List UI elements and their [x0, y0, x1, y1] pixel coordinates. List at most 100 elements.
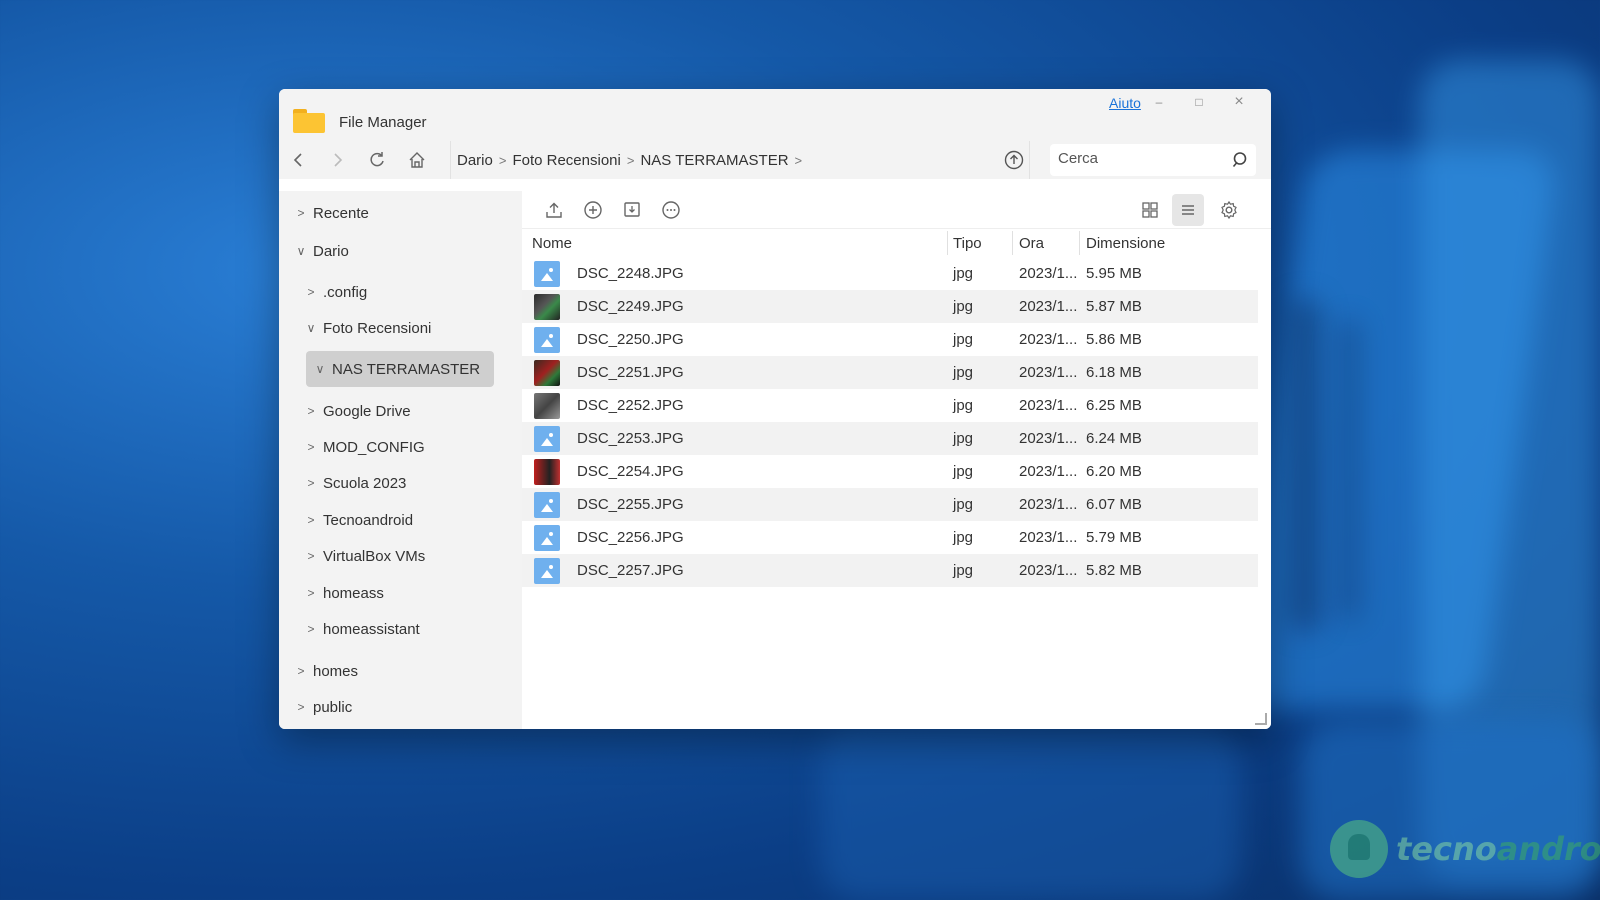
help-link[interactable]: Aiuto	[1109, 95, 1141, 111]
table-row[interactable]: DSC_2248.JPG jpg 2023/1... 5.95 MB	[522, 257, 1258, 290]
resize-handle[interactable]	[1255, 713, 1267, 725]
more-options-button[interactable]	[660, 199, 682, 221]
upload-file-button[interactable]	[543, 199, 565, 221]
sidebar-item-recente[interactable]: > Recente	[295, 198, 368, 228]
file-type: jpg	[953, 529, 974, 546]
sidebar-item-nas-terramaster[interactable]: ∨ NAS TERRAMASTER	[306, 351, 494, 387]
file-type: jpg	[953, 265, 974, 282]
list-view-button[interactable]	[1172, 194, 1204, 226]
photo-thumbnail	[534, 393, 560, 419]
gear-icon	[1221, 200, 1237, 220]
background-shape	[1290, 300, 1320, 630]
search-icon[interactable]	[1232, 151, 1250, 169]
chevron-right-icon[interactable]: >	[795, 153, 803, 168]
table-header: Nome Tipo Ora Dimensione	[522, 229, 1271, 257]
file-name: DSC_2253.JPG	[577, 430, 684, 447]
home-button[interactable]	[406, 149, 428, 171]
file-size: 5.95 MB	[1086, 265, 1142, 282]
back-button[interactable]	[287, 149, 309, 171]
sidebar-item-config[interactable]: > .config	[305, 277, 367, 307]
file-size: 5.79 MB	[1086, 529, 1142, 546]
chevron-right-icon: >	[307, 285, 315, 299]
file-time: 2023/1...	[1019, 331, 1078, 348]
close-button[interactable]: ×	[1229, 93, 1249, 111]
arrow-up-circle-icon	[1004, 150, 1024, 170]
sidebar-item-tecnoandroid[interactable]: > Tecnoandroid	[305, 505, 413, 535]
image-file-icon	[534, 525, 560, 551]
table-row[interactable]: DSC_2250.JPG jpg 2023/1... 5.86 MB	[522, 323, 1258, 356]
breadcrumb-item-nas-terramaster[interactable]: NAS TERRAMASTER	[640, 152, 788, 169]
file-size: 6.20 MB	[1086, 463, 1142, 480]
app-title: File Manager	[339, 114, 427, 131]
list-icon	[1182, 205, 1194, 215]
sidebar-item-dario[interactable]: ∨ Dario	[295, 236, 349, 266]
sidebar-item-homes[interactable]: > homes	[295, 656, 358, 686]
sidebar-item-virtualbox-vms[interactable]: > VirtualBox VMs	[305, 541, 425, 571]
maximize-button[interactable]: □	[1189, 93, 1209, 111]
sidebar-item-homeass[interactable]: > homeass	[305, 578, 383, 608]
sidebar: > Recente ∨ Dario > .config ∨ Foto Recension…	[279, 191, 522, 729]
sidebar-item-mod-config[interactable]: > MOD_CONFIG	[305, 432, 424, 462]
refresh-button[interactable]	[366, 149, 388, 171]
file-size: 6.25 MB	[1086, 397, 1142, 414]
download-icon	[624, 202, 640, 217]
table-row[interactable]: DSC_2255.JPG jpg 2023/1... 6.07 MB	[522, 488, 1258, 521]
file-name: DSC_2255.JPG	[577, 496, 684, 513]
file-name: DSC_2251.JPG	[577, 364, 684, 381]
column-header-tipo[interactable]: Tipo	[953, 235, 982, 252]
file-list: DSC_2248.JPG jpg 2023/1... 5.95 MB DSC_2249…	[522, 257, 1258, 587]
forward-button[interactable]	[327, 149, 349, 171]
chevron-right-icon: >	[626, 152, 635, 168]
new-folder-button[interactable]	[582, 199, 604, 221]
table-row[interactable]: DSC_2254.JPG jpg 2023/1... 6.20 MB	[522, 455, 1258, 488]
breadcrumb-item-dario[interactable]: Dario	[457, 152, 493, 169]
minimize-button[interactable]: –	[1149, 93, 1169, 111]
column-divider[interactable]	[947, 231, 948, 255]
file-size: 6.24 MB	[1086, 430, 1142, 447]
navigation-toolbar: Dario > Foto Recensioni > NAS TERRAMASTE…	[279, 141, 1271, 179]
chevron-right-icon: >	[498, 152, 507, 168]
sidebar-item-homeassistant[interactable]: > homeassistant	[305, 614, 419, 644]
sidebar-item-google-drive[interactable]: > Google Drive	[305, 396, 410, 426]
chevron-right-icon: >	[307, 622, 315, 636]
action-toolbar	[522, 191, 1271, 229]
table-row[interactable]: DSC_2256.JPG jpg 2023/1... 5.79 MB	[522, 521, 1258, 554]
image-file-icon	[534, 492, 560, 518]
search-box	[1050, 144, 1256, 176]
column-divider[interactable]	[1079, 231, 1080, 255]
sidebar-item-foto-recensioni[interactable]: ∨ Foto Recensioni	[305, 313, 432, 343]
image-file-icon	[534, 558, 560, 584]
chevron-right-icon: >	[307, 404, 315, 418]
sidebar-item-public[interactable]: > public	[295, 692, 352, 722]
chevron-down-icon: ∨	[296, 244, 306, 258]
file-time: 2023/1...	[1019, 430, 1078, 447]
photo-thumbnail	[534, 360, 560, 386]
file-manager-window: File Manager Aiuto – □ × Dario > Foto Re…	[279, 89, 1271, 729]
table-row[interactable]: DSC_2251.JPG jpg 2023/1... 6.18 MB	[522, 356, 1258, 389]
android-logo-icon	[1330, 820, 1388, 878]
upload-button[interactable]	[1003, 149, 1025, 171]
download-button[interactable]	[621, 199, 643, 221]
file-name: DSC_2256.JPG	[577, 529, 684, 546]
column-header-ora[interactable]: Ora	[1019, 235, 1044, 252]
refresh-icon	[370, 152, 384, 167]
sidebar-item-scuola-2023[interactable]: > Scuola 2023	[305, 468, 406, 498]
breadcrumb-item-foto-recensioni[interactable]: Foto Recensioni	[512, 152, 620, 169]
column-divider[interactable]	[1012, 231, 1013, 255]
grid-view-button[interactable]	[1139, 199, 1161, 221]
background-shape	[1340, 320, 1358, 620]
table-row[interactable]: DSC_2249.JPG jpg 2023/1... 5.87 MB	[522, 290, 1258, 323]
table-row[interactable]: DSC_2252.JPG jpg 2023/1... 6.25 MB	[522, 389, 1258, 422]
image-file-icon	[534, 261, 560, 287]
table-row[interactable]: DSC_2257.JPG jpg 2023/1... 5.82 MB	[522, 554, 1258, 587]
column-header-dimensione[interactable]: Dimensione	[1086, 235, 1165, 252]
file-time: 2023/1...	[1019, 496, 1078, 513]
table-row[interactable]: DSC_2253.JPG jpg 2023/1... 6.24 MB	[522, 422, 1258, 455]
file-type: jpg	[953, 562, 974, 579]
file-time: 2023/1...	[1019, 529, 1078, 546]
column-header-nome[interactable]: Nome	[532, 235, 572, 252]
file-type: jpg	[953, 397, 974, 414]
search-input[interactable]	[1050, 144, 1220, 173]
settings-button[interactable]	[1218, 199, 1240, 221]
watermark: tecnoandroid	[1330, 820, 1600, 878]
